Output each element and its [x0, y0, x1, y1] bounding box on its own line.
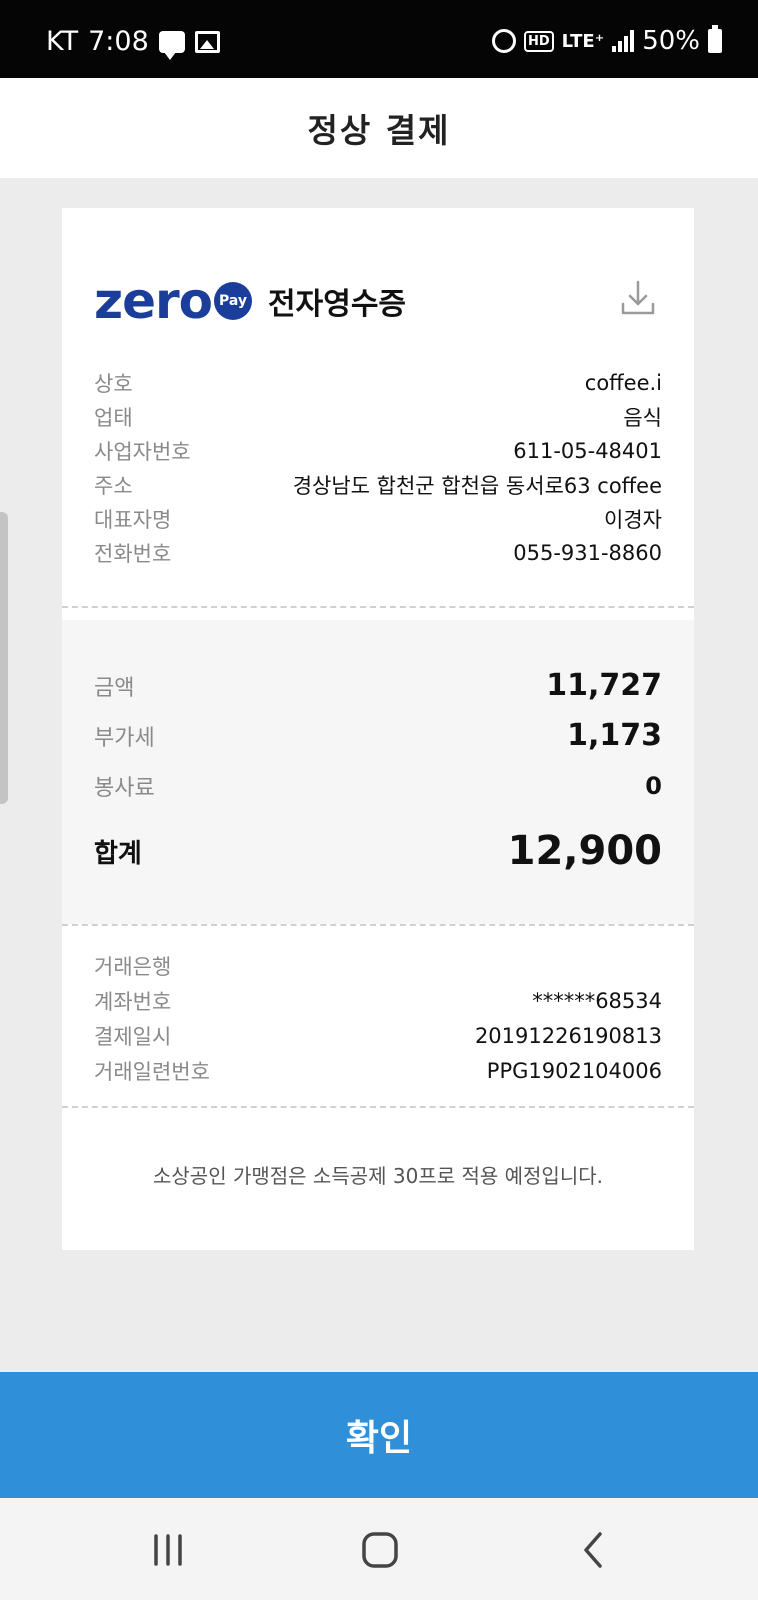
- serial-number-row: 거래일련번호 PPG1902104006: [94, 1053, 662, 1088]
- amount-row: 금액 11,727: [94, 668, 662, 703]
- recent-apps-icon[interactable]: [146, 1528, 190, 1572]
- back-icon[interactable]: [572, 1528, 616, 1572]
- business-number-value: 611-05-48401: [513, 439, 662, 463]
- receipt-card: zero Pay 전자영수증 상호 coffee.i 업태 음식 사업자번호 6…: [62, 208, 694, 1250]
- confirm-button[interactable]: 확인: [0, 1372, 758, 1498]
- dashed-divider: [62, 924, 694, 926]
- vat-row: 부가세 1,173: [94, 718, 662, 753]
- service-charge-row: 봉사료 0: [94, 770, 662, 802]
- receipt-header: zero Pay 전자영수증: [94, 276, 406, 326]
- merchant-row-address: 주소 경상남도 합천군 합천읍 동서로63 coffee: [94, 468, 662, 502]
- phone-value: 055-931-8860: [513, 541, 662, 565]
- service-charge-label: 봉사료: [94, 776, 155, 801]
- merchant-row-name: 상호 coffee.i: [94, 366, 662, 400]
- transaction-info: 거래은행 계좌번호 ******68534 결제일시 2019122619081…: [94, 948, 662, 1088]
- battery-icon: [708, 25, 722, 53]
- payment-datetime-value: 20191226190813: [474, 1023, 662, 1048]
- page-title: 정상 결제: [307, 111, 451, 150]
- business-type-value: 음식: [623, 406, 662, 430]
- amount-value: 11,727: [546, 668, 662, 703]
- signal-icon: [612, 30, 635, 52]
- dashed-divider: [62, 1106, 694, 1108]
- tax-deduction-notice: 소상공인 가맹점은 소득공제 30프로 적용 예정입니다.: [153, 1164, 603, 1188]
- serial-number-value: PPG1902104006: [486, 1058, 662, 1083]
- home-icon[interactable]: [358, 1528, 402, 1572]
- status-right: HD LTE⁺ 50%: [491, 25, 722, 56]
- clock: 7:08: [88, 26, 149, 57]
- alarm-icon: [491, 29, 516, 53]
- account-label: 계좌번호: [94, 989, 172, 1014]
- total-label: 합계: [94, 838, 142, 869]
- amount-section: 금액 11,727 부가세 1,173 봉사료 0 합계 12,900: [62, 620, 694, 924]
- navigation-bar: [0, 1498, 758, 1600]
- receipt-title: 전자영수증: [268, 287, 407, 322]
- serial-number-label: 거래일련번호: [94, 1059, 210, 1084]
- account-value: ******68534: [532, 988, 662, 1013]
- merchant-row-representative: 대표자명 이경자: [94, 502, 662, 536]
- vat-value: 1,173: [567, 718, 662, 753]
- address-value: 경상남도 합천군 합천읍 동서로63 coffee: [292, 474, 662, 498]
- carrier-label: KT: [46, 26, 79, 57]
- total-value: 12,900: [507, 828, 662, 874]
- account-row: 계좌번호 ******68534: [94, 983, 662, 1018]
- status-left: KT 7:08: [46, 26, 220, 60]
- zeropay-logo: zero Pay: [94, 272, 253, 330]
- hd-voice-icon: HD: [523, 30, 554, 52]
- status-bar: KT 7:08 HD LTE⁺ 50%: [0, 0, 758, 78]
- merchant-name-label: 상호: [94, 372, 133, 396]
- amount-label: 금액: [94, 675, 135, 701]
- merchant-row-phone: 전화번호 055-931-8860: [94, 536, 662, 570]
- total-row: 합계 12,900: [94, 828, 662, 874]
- zeropay-logo-badge: Pay: [214, 282, 253, 320]
- edge-panel-handle[interactable]: [0, 512, 8, 804]
- merchant-row-business-number: 사업자번호 611-05-48401: [94, 434, 662, 468]
- image-icon: [194, 30, 220, 53]
- business-type-label: 업태: [94, 406, 133, 430]
- lte-indicator: LTE⁺: [561, 30, 605, 52]
- merchant-info: 상호 coffee.i 업태 음식 사업자번호 611-05-48401 주소 …: [94, 366, 662, 570]
- zeropay-logo-text: zero: [94, 272, 213, 330]
- vat-label: 부가세: [94, 725, 155, 751]
- battery-percent: 50%: [642, 26, 700, 56]
- phone-label: 전화번호: [94, 542, 172, 566]
- service-charge-value: 0: [645, 772, 662, 800]
- download-icon[interactable]: [618, 278, 658, 318]
- bank-row: 거래은행: [94, 948, 662, 983]
- business-number-label: 사업자번호: [94, 440, 191, 464]
- bank-label: 거래은행: [94, 954, 172, 979]
- payment-datetime-row: 결제일시 20191226190813: [94, 1018, 662, 1053]
- payment-datetime-label: 결제일시: [94, 1024, 172, 1049]
- merchant-row-business-type: 업태 음식: [94, 400, 662, 434]
- app-header: 정상 결제: [0, 78, 758, 178]
- representative-value: 이경자: [604, 508, 662, 532]
- dashed-divider: [62, 606, 694, 608]
- merchant-name-value: coffee.i: [584, 371, 662, 395]
- address-label: 주소: [94, 474, 133, 498]
- chat-icon: [158, 30, 185, 60]
- representative-label: 대표자명: [94, 508, 172, 532]
